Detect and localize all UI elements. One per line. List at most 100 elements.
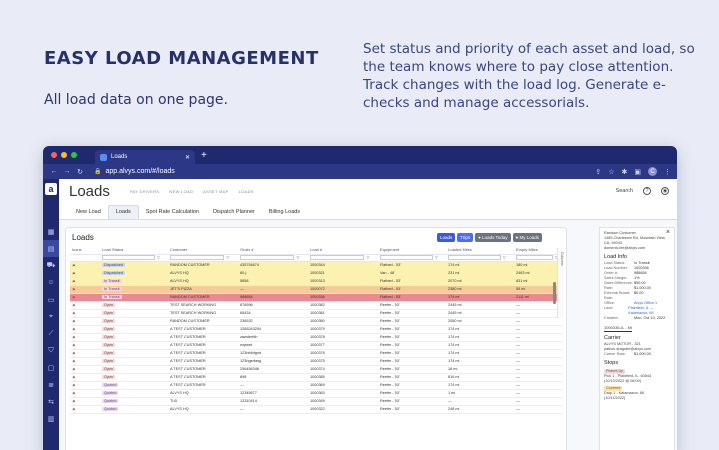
subnav-loads[interactable]: LOADS [239, 189, 254, 194]
filter-input[interactable] [310, 255, 365, 260]
filter-input[interactable] [102, 255, 155, 260]
tab-new-load[interactable]: New Load [69, 209, 108, 219]
filter-icon[interactable]: ▽ [366, 255, 369, 260]
load-flag-icon[interactable]: ⚑ [72, 271, 76, 276]
table-row[interactable]: ⚑ Open A TEST CUSTOMER wqrwet 1000377 Reefer … [70, 341, 562, 350]
alvys-logo[interactable]: a [45, 183, 57, 195]
filter-input[interactable] [448, 255, 501, 260]
profile-avatar[interactable]: C [648, 167, 657, 176]
table-row[interactable]: ⚑ Open A TEST CUSTOMER 123hgerfasg 1000375 Re… [70, 357, 562, 366]
columns-toggle[interactable]: Columns [557, 248, 564, 318]
calendar-icon[interactable]: ▦ [43, 223, 59, 240]
load-flag-icon[interactable]: ⚑ [72, 359, 76, 364]
load-flag-icon[interactable]: ⚑ [72, 367, 76, 372]
subnav-pay-drivers[interactable]: PAY DRIVERS [130, 189, 160, 194]
column-header-customer[interactable]: Customer [168, 246, 238, 255]
table-row[interactable]: ⚑ Quoted ALVYS HQ 12345677 1000363 Reefer - 5… [70, 389, 562, 398]
table-row[interactable]: ⚑ Open TEST SEARCH WORKING 876596 1000382 Ree… [70, 301, 562, 310]
table-row[interactable]: ⚑ In Transit RANDOM CUSTOMER 988654 1000336 F… [70, 293, 562, 302]
invoice-icon[interactable]: ≣ [43, 376, 59, 393]
stop-item[interactable]: Picked Up Pick 1 - Plainfield, IL, 60544(… [604, 367, 670, 384]
column-header-loaded-miles[interactable]: Loaded Miles [446, 246, 514, 255]
column-header-empty-miles[interactable]: Empty Miles [514, 246, 562, 255]
browser-menu-icon[interactable]: ⋮ [664, 168, 671, 176]
help-icon[interactable]: ? [643, 187, 651, 195]
load-flag-icon[interactable]: ⚑ [72, 343, 76, 348]
filter-input[interactable] [380, 255, 433, 260]
load-flag-icon[interactable]: ⚑ [72, 375, 76, 380]
reports-icon[interactable]: ▥ [43, 410, 59, 427]
table-row[interactable]: ⚑ Quoted A TEST CUSTOMER —1000369 Reefer - 5… [70, 381, 562, 390]
table-row[interactable]: ⚑ In Transit ALVYS HQ 5858 1000313 Flatbed - … [70, 277, 562, 286]
load-flag-icon[interactable]: ⚑ [72, 303, 76, 308]
new-tab-button[interactable]: + [201, 150, 207, 161]
ruler-icon[interactable]: ⟋ [43, 325, 59, 342]
trips-view-button[interactable]: Trips [457, 232, 474, 242]
filter-icon[interactable]: ▽ [157, 255, 160, 260]
table-row[interactable]: ⚑ Quoted ALVYS HQ —1000322 Reefer - 53' 248 m… [70, 405, 562, 414]
extensions-icon[interactable]: ✱ [622, 168, 628, 176]
filter-icon[interactable]: ▽ [296, 255, 299, 260]
table-row[interactable]: ⚑ Open RANDOM CUSTOMER 236532 1000380 Reefer … [70, 317, 562, 326]
my-loads-button[interactable]: ● My Loads [512, 232, 542, 242]
load-flag-icon[interactable]: ⚑ [72, 319, 76, 324]
column-header-icons[interactable]: Icons [70, 246, 100, 255]
table-row[interactable]: ⚑ Open A TEST CUSTOMER 1265243254 1000379 Ree… [70, 325, 562, 334]
load-flag-icon[interactable]: ⚑ [72, 287, 76, 292]
table-row[interactable]: ⚑ Open A TEST CUSTOMER 256456346 1000374 Reef… [70, 365, 562, 374]
stop-item[interactable]: Covered Drop 1 - Kalamazoo, MI (10/11/2022… [604, 384, 670, 401]
table-row[interactable]: ⚑ Open TEST SEARCH WORKING 65434 1000381 Reef… [70, 309, 562, 318]
table-row[interactable]: ⚑ Open A TEST CUSTOMER 898 1000385 Reefer - 5… [70, 373, 562, 382]
users-icon[interactable]: ☺ [43, 274, 59, 291]
load-flag-icon[interactable]: ⚑ [72, 399, 76, 404]
load-tab[interactable]: 1000336-IL - MI [604, 325, 633, 332]
close-tab-icon[interactable]: ✕ [185, 154, 190, 161]
table-row[interactable]: ⚑ Open A TEST CUSTOMER 123hfdhfgnd 1000376 Re… [70, 349, 562, 358]
filter-icon[interactable]: ▽ [503, 255, 506, 260]
tab-dispatch-planner[interactable]: Dispatch Planner [206, 209, 262, 219]
column-header-load[interactable]: Load # [308, 246, 378, 255]
trailer-icon[interactable]: ▭ [43, 291, 59, 308]
column-header-order[interactable]: Order # [238, 246, 308, 255]
load-flag-icon[interactable]: ⚑ [72, 407, 76, 412]
filter-input[interactable] [170, 255, 225, 260]
loads-today-button[interactable]: ● Loads Today [475, 232, 511, 242]
filter-icon[interactable]: ▽ [435, 255, 438, 260]
load-flag-icon[interactable]: ⚑ [72, 391, 76, 396]
load-flag-icon[interactable]: ⚑ [72, 311, 76, 316]
tab-billing-loads[interactable]: Billing Loads [262, 209, 307, 219]
table-row[interactable]: ⚑ Quoted TLB 12310414 1000349 Reefer - 53' — — [70, 397, 562, 406]
filter-input[interactable] [240, 255, 295, 260]
column-header-load-status[interactable]: Load Status [100, 246, 168, 255]
table-row[interactable]: ⚑ In Transit JET'S PIZZA —1000072 Flatbed - … [70, 285, 562, 294]
bookmark-star-icon[interactable]: ☆ [608, 168, 614, 176]
browser-tab[interactable]: Loads ✕ [95, 150, 195, 164]
close-window-button[interactable] [51, 152, 57, 158]
loads-view-button[interactable]: Loads [436, 232, 456, 242]
load-flag-icon[interactable]: ⚑ [72, 351, 76, 356]
minimize-window-button[interactable] [61, 152, 67, 158]
back-arrow-icon[interactable]: ← [49, 168, 59, 175]
map-icon[interactable]: ⌖ [43, 308, 59, 325]
subnav-new-load[interactable]: NEW LOAD [169, 189, 193, 194]
customer-email[interactable]: domenic.lee@alvys.com [604, 246, 670, 251]
load-flag-icon[interactable]: ⚑ [72, 279, 76, 284]
table-row[interactable]: ⚑ Open A TEST CUSTOMER zawderfdh 1000378 Reef… [70, 333, 562, 342]
tab-spot-rate-calculation[interactable]: Spot Rate Calculation [139, 209, 206, 219]
shield-icon[interactable]: ⛉ [43, 342, 59, 359]
share-icon[interactable]: ⇪ [595, 168, 601, 176]
load-flag-icon[interactable]: ⚑ [72, 295, 76, 300]
table-row[interactable]: ⚑ Dispatched ALVYS HQ 80-j 1000321 Van - 48' 2… [70, 269, 562, 278]
load-flag-icon[interactable]: ⚑ [72, 383, 76, 388]
loads-icon[interactable]: ▤ [43, 240, 59, 257]
maximize-window-button[interactable] [71, 152, 77, 158]
filter-input[interactable] [516, 255, 553, 260]
user-icon[interactable]: ◉ [661, 187, 669, 195]
load-flag-icon[interactable]: ⚑ [72, 327, 76, 332]
address-field[interactable]: 🔒 app.alvys.com/#/loads [94, 168, 175, 175]
load-flag-icon[interactable]: ⚑ [72, 263, 76, 268]
truck-icon[interactable]: ⛟ [43, 257, 59, 274]
forward-arrow-icon[interactable]: → [62, 168, 72, 175]
table-scrollbar[interactable] [553, 282, 556, 304]
tab-loads[interactable]: Loads [107, 205, 139, 219]
